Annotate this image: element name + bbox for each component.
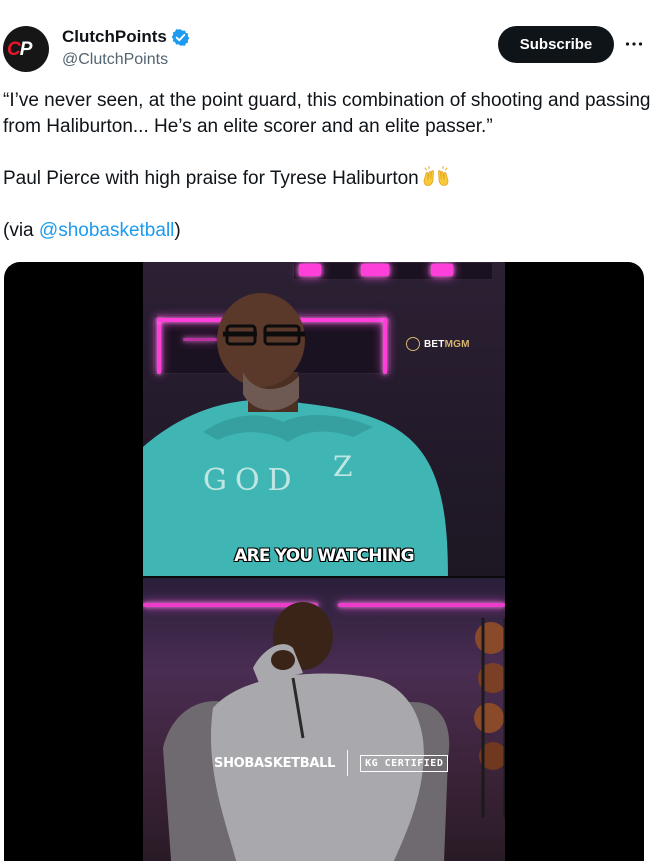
brand-separator (347, 750, 349, 776)
video-frame-bottom (143, 578, 505, 861)
broadcast-branding: SHOBASKETBALL KG CERTIFIED (214, 750, 449, 776)
showtime-basketball-logo: SHOBASKETBALL (214, 755, 336, 771)
tweet-header: CP ClutchPoints @ClutchPoints Subscribe (0, 0, 660, 80)
mention-link[interactable]: @shobasketball (39, 220, 174, 241)
more-dots-icon (625, 42, 643, 46)
tweet-line: Paul Pierce with high praise for Tyrese … (3, 166, 653, 192)
interview-subject-top: GOD Z (143, 293, 448, 578)
more-horizontal-icon[interactable] (622, 32, 646, 56)
handle[interactable]: @ClutchPoints (62, 50, 190, 70)
account-info: ClutchPoints @ClutchPoints (62, 27, 190, 70)
video-player[interactable]: BET MGM GOD Z ARE YOU WATCHING SHOBASKET… (4, 262, 644, 861)
avatar[interactable]: CP (3, 26, 49, 72)
via-suffix: ) (174, 220, 181, 241)
verified-badge-icon (171, 28, 190, 46)
interview-subject-bottom (163, 602, 505, 861)
tweet-text: “I’ve never seen, at the point guard, th… (3, 88, 653, 270)
tweet-line-text: Paul Pierce with high praise for Tyrese … (3, 168, 419, 189)
via-line: (via @shobasketball) (3, 218, 653, 244)
video-caption: ARE YOU WATCHING (234, 546, 414, 566)
subscribe-button[interactable]: Subscribe (498, 26, 614, 63)
raising-hands-emoji-icon (423, 166, 449, 186)
hoodie-text: GOD (203, 463, 300, 498)
hoodie-text: Z (333, 450, 358, 483)
video-frame-top: BET MGM GOD Z ARE YOU WATCHING (143, 262, 505, 578)
via-prefix: (via (3, 220, 39, 241)
display-name[interactable]: ClutchPoints (62, 27, 190, 47)
clutchpoints-logo: CP (7, 39, 32, 60)
kg-certified-logo: KG CERTIFIED (360, 754, 449, 772)
tweet-quote: “I’ve never seen, at the point guard, th… (3, 90, 651, 137)
display-name-text[interactable]: ClutchPoints (62, 27, 167, 47)
